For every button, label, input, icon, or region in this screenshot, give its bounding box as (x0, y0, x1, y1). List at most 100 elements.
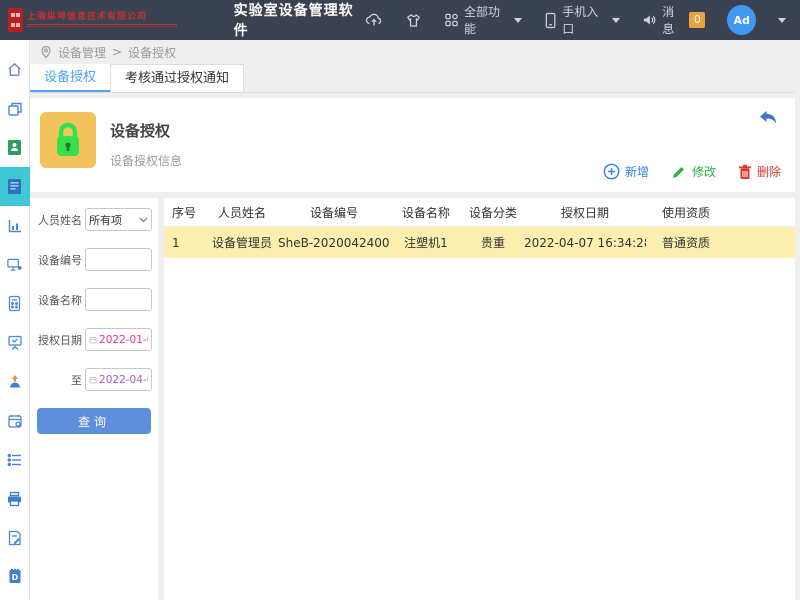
sidebar-nav: D (0, 40, 30, 600)
sidebar-item-calendar[interactable] (0, 401, 30, 440)
id-card-icon (7, 139, 22, 156)
column-header: 授权日期 (524, 204, 646, 221)
end-date-value: 2022-04-08 (99, 374, 148, 386)
query-button[interactable]: 查询 (37, 408, 151, 434)
auth-date-label: 授权日期 (36, 332, 82, 348)
list-icon (7, 453, 23, 467)
column-header: 使用资质 (646, 204, 726, 221)
breadcrumb-parent[interactable]: 设备管理 (58, 44, 106, 61)
location-pin-icon (40, 45, 52, 59)
column-header: 人员姓名 (206, 204, 278, 221)
person-name-selected-value: 所有项 (89, 212, 122, 228)
column-header: 设备分类 (462, 204, 524, 221)
sidebar-item-idcard[interactable] (0, 128, 30, 167)
add-button[interactable]: 新增 (603, 163, 649, 180)
sidebar-item-more[interactable] (0, 596, 30, 600)
column-header: 设备编号 (278, 204, 390, 221)
sidebar-item-printer[interactable] (0, 479, 30, 518)
cloud-upload-icon[interactable] (365, 11, 383, 29)
sidebar-item-calculator[interactable] (0, 284, 30, 323)
chevron-down-icon (139, 217, 148, 223)
user-menu-chevron-icon[interactable] (778, 18, 786, 23)
copy-icon (7, 101, 23, 117)
end-date-picker[interactable]: 2022-04-08 (85, 368, 152, 391)
user-avatar[interactable]: Ad (727, 5, 756, 35)
device-no-label: 设备编号 (36, 252, 82, 268)
speaker-icon (642, 12, 657, 28)
messages-label: 消息 (662, 3, 684, 37)
grid-icon (444, 12, 459, 28)
phone-icon (544, 12, 557, 29)
tab-assessment-notice[interactable]: 考核通过授权通知 (110, 64, 244, 92)
sidebar-item-document-edit[interactable] (0, 518, 30, 557)
all-functions-menu[interactable]: 全部功能 (444, 3, 522, 37)
printer-icon (6, 491, 23, 507)
chevron-down-icon (514, 18, 522, 23)
edit-button-label: 修改 (692, 163, 716, 180)
plus-circle-icon (603, 163, 620, 180)
results-table: 序号 人员姓名 设备编号 设备名称 设备分类 授权日期 使用资质 1 设备管理员… (164, 198, 795, 600)
delete-button-label: 删除 (757, 163, 781, 180)
cell-device-no: SheB-20200424001 (278, 236, 390, 250)
breadcrumb: 设备管理 > 设备授权 (30, 40, 795, 64)
sidebar-item-d-file[interactable]: D (0, 557, 30, 596)
delete-button[interactable]: 删除 (738, 163, 781, 180)
presentation-icon (7, 334, 23, 351)
calculator-icon (8, 295, 22, 312)
sidebar-item-copy[interactable] (0, 89, 30, 128)
tshirt-icon[interactable] (405, 12, 422, 29)
message-count-badge: 0 (689, 12, 705, 28)
breadcrumb-current: 设备授权 (128, 44, 176, 61)
device-name-label: 设备名称 (36, 292, 82, 308)
pencil-icon (671, 164, 687, 180)
cell-seq: 1 (164, 236, 206, 250)
tab-device-auth[interactable]: 设备授权 (30, 64, 110, 92)
mobile-entry-menu[interactable]: 手机入口 (544, 3, 620, 37)
edit-button[interactable]: 修改 (671, 163, 716, 180)
reply-arrow-icon (759, 110, 777, 125)
page-subtitle: 设备授权信息 (110, 152, 182, 169)
cell-auth-date: 2022-04-07 16:34:28 (524, 236, 646, 250)
d-file-icon: D (8, 568, 22, 585)
module-icon-box (40, 112, 96, 168)
sidebar-item-workstation[interactable] (0, 245, 30, 284)
sidebar-item-person[interactable] (0, 362, 30, 401)
tab-bar: 设备授权 考核通过授权通知 (30, 64, 795, 93)
mobile-entry-label: 手机入口 (562, 3, 607, 37)
back-button[interactable] (759, 110, 777, 128)
device-name-input[interactable] (89, 293, 148, 306)
top-header: 上海纵坤信息技术有限公司 实验室设备管理软件 全部功能 (0, 0, 800, 40)
auth-date-picker[interactable]: 2022-01-01 (85, 328, 152, 351)
to-label: 至 (36, 372, 82, 388)
sidebar-item-chart[interactable] (0, 206, 30, 245)
workstation-icon (6, 257, 23, 273)
breadcrumb-separator: > (112, 45, 122, 59)
page-title: 设备授权 (110, 120, 170, 141)
calendar-icon (89, 375, 97, 385)
sidebar-item-device-auth[interactable] (0, 167, 30, 206)
book-icon (6, 177, 23, 196)
auth-date-value: 2022-01-01 (99, 334, 148, 346)
sidebar-item-presentation[interactable] (0, 323, 30, 362)
chevron-down-icon (612, 18, 620, 23)
chart-icon (7, 218, 23, 234)
sidebar-item-list[interactable] (0, 440, 30, 479)
column-header: 序号 (164, 204, 206, 221)
device-no-input[interactable] (89, 253, 148, 266)
cell-device-category: 贵重 (462, 234, 524, 251)
sidebar-item-home[interactable] (0, 50, 30, 89)
person-name-label: 人员姓名 (36, 212, 82, 228)
app-title: 实验室设备管理软件 (234, 0, 365, 40)
person-name-select[interactable]: 所有项 (85, 208, 152, 231)
column-header: 设备名称 (390, 204, 462, 221)
title-card: 设备授权 设备授权信息 新增 修改 删除 (30, 98, 795, 192)
table-row[interactable]: 1 设备管理员 SheB-20200424001 注塑机1 贵重 2022-04… (164, 227, 795, 258)
table-header-row: 序号 人员姓名 设备编号 设备名称 设备分类 授权日期 使用资质 (164, 198, 795, 227)
messages-menu[interactable]: 消息 0 (642, 3, 705, 37)
document-edit-icon (7, 530, 22, 546)
person-icon (7, 373, 23, 390)
cell-device-name: 注塑机1 (390, 234, 462, 251)
svg-text:D: D (11, 573, 18, 582)
trash-icon (738, 164, 752, 180)
company-name: 上海纵坤信息技术有限公司 (27, 13, 177, 23)
